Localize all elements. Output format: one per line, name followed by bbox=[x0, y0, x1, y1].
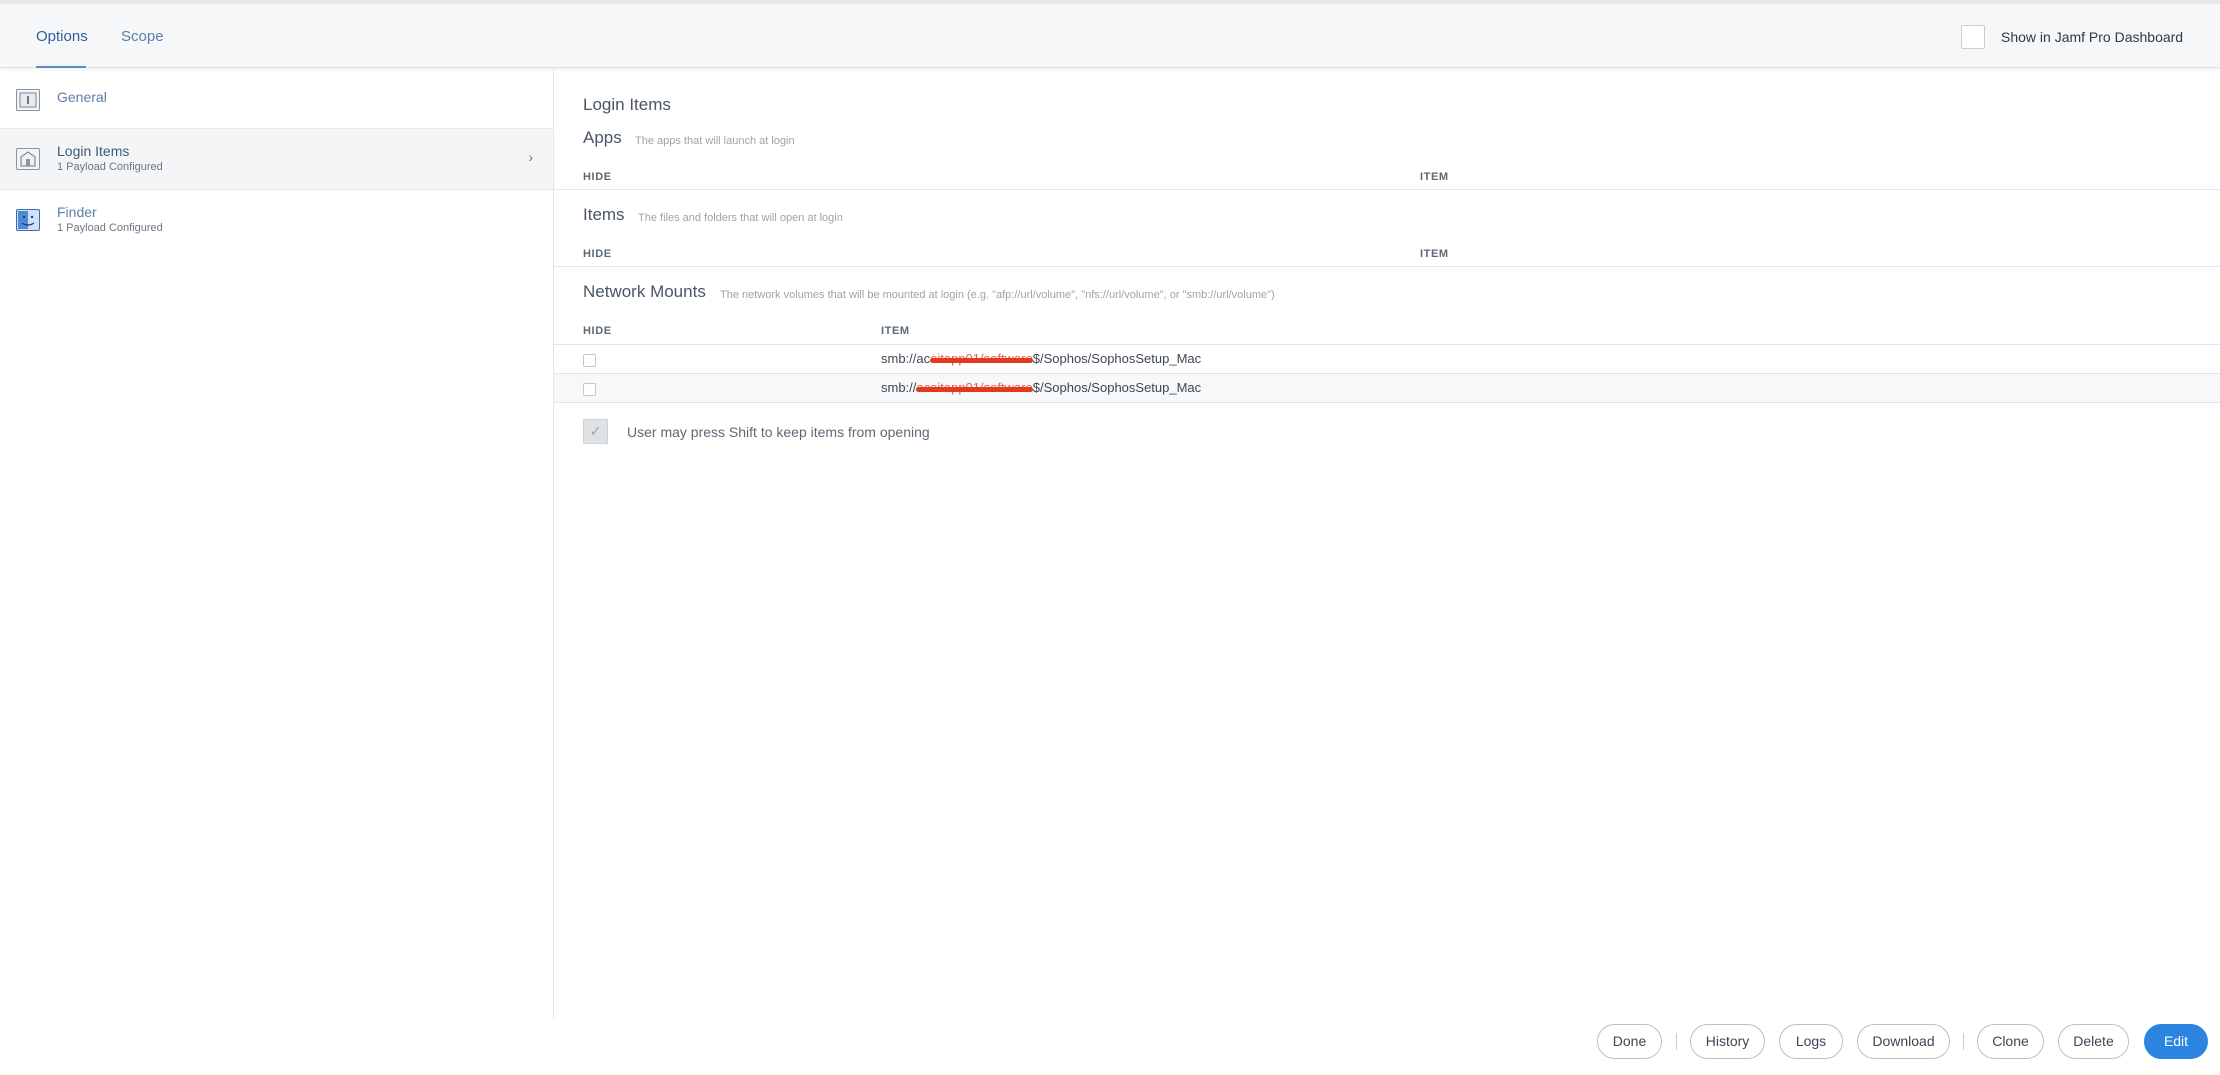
divider bbox=[554, 189, 2220, 190]
sidebar-item-label: General bbox=[57, 89, 107, 105]
history-button[interactable]: History bbox=[1690, 1024, 1765, 1059]
sidebar-item-subtitle: 1 Payload Configured bbox=[57, 222, 163, 234]
redacted-text: aceitapp01/software bbox=[916, 380, 1034, 395]
login-items-panel: Login Items Apps The apps that will laun… bbox=[554, 68, 2220, 1018]
network-hide-column-header: HIDE bbox=[583, 325, 612, 337]
items-hide-column-header: HIDE bbox=[583, 248, 612, 260]
sidebar-item-subtitle: 1 Payload Configured bbox=[57, 161, 163, 173]
redacted-text: eitapp01/software bbox=[930, 351, 1033, 366]
show-in-dashboard-label: Show in Jamf Pro Dashboard bbox=[2001, 29, 2184, 45]
chevron-right-icon: › bbox=[528, 149, 533, 165]
clone-button[interactable]: Clone bbox=[1977, 1024, 2044, 1059]
apps-item-column-header: ITEM bbox=[1420, 171, 1449, 183]
sidebar-item-general[interactable]: General bbox=[0, 68, 553, 129]
items-section-title: Items bbox=[583, 205, 625, 224]
items-section-description: The files and folders that will open at … bbox=[638, 212, 843, 224]
network-mounts-section-description: The network volumes that will be mounted… bbox=[720, 289, 1275, 301]
table-row: smb://aceitapp01/software$/Sophos/Sophos… bbox=[554, 345, 2220, 374]
hide-checkbox[interactable] bbox=[583, 383, 596, 396]
mount-path: smb://aceitapp01/software$/Sophos/Sophos… bbox=[881, 351, 1202, 366]
table-row: smb://aceitapp01/software$/Sophos/Sophos… bbox=[554, 374, 2220, 403]
shift-keep-items-checkbox[interactable]: ✓ bbox=[583, 419, 608, 444]
mount-path: smb://aceitapp01/software$/Sophos/Sophos… bbox=[881, 380, 1202, 395]
show-in-dashboard-checkbox[interactable] bbox=[1961, 25, 1985, 49]
logs-button[interactable]: Logs bbox=[1779, 1024, 1843, 1059]
top-bar: Options Scope Show in Jamf Pro Dashboard bbox=[0, 0, 2220, 68]
divider bbox=[554, 266, 2220, 267]
delete-button[interactable]: Delete bbox=[2058, 1024, 2129, 1059]
login-items-icon bbox=[16, 148, 40, 170]
apps-section-title: Apps bbox=[583, 128, 622, 147]
network-mounts-section-title: Network Mounts bbox=[583, 282, 706, 301]
sidebar-item-label: Finder bbox=[57, 204, 97, 220]
sidebar-item-finder[interactable]: Finder 1 Payload Configured bbox=[0, 190, 553, 251]
hide-checkbox[interactable] bbox=[583, 354, 596, 367]
finder-icon bbox=[16, 209, 40, 231]
done-button[interactable]: Done bbox=[1597, 1024, 1662, 1059]
page-title: Login Items bbox=[583, 95, 671, 114]
general-icon bbox=[16, 89, 40, 111]
download-button[interactable]: Download bbox=[1857, 1024, 1950, 1059]
apps-section-description: The apps that will launch at login bbox=[635, 135, 795, 147]
items-item-column-header: ITEM bbox=[1420, 248, 1449, 260]
shift-keep-items-label: User may press Shift to keep items from … bbox=[627, 424, 930, 440]
edit-button[interactable]: Edit bbox=[2144, 1024, 2208, 1059]
divider bbox=[1676, 1033, 1677, 1050]
checkmark-icon: ✓ bbox=[589, 423, 602, 439]
sidebar-item-label: Login Items bbox=[57, 143, 130, 159]
network-item-column-header: ITEM bbox=[881, 325, 910, 337]
divider bbox=[1963, 1033, 1964, 1050]
sidebar-item-login-items[interactable]: Login Items 1 Payload Configured › bbox=[0, 129, 553, 190]
payload-sidebar: General Login Items 1 Payload Configured… bbox=[0, 68, 554, 1018]
apps-hide-column-header: HIDE bbox=[583, 171, 612, 183]
tab-scope[interactable]: Scope bbox=[121, 28, 164, 45]
tab-options[interactable]: Options bbox=[36, 28, 88, 45]
